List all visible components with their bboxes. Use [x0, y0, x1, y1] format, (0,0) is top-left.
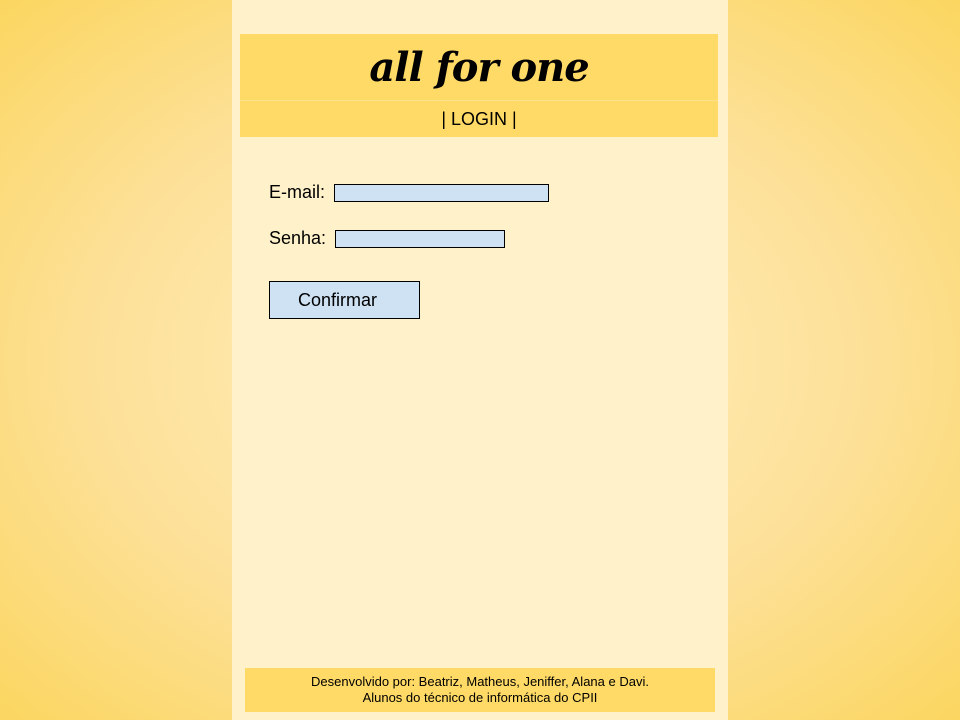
- email-field[interactable]: [334, 183, 550, 202]
- footer-credits: Desenvolvido por: Beatriz, Matheus, Jeni…: [311, 674, 649, 689]
- site-footer: Desenvolvido por: Beatriz, Matheus, Jeni…: [245, 668, 715, 712]
- site-header: all for one | LOGIN |: [240, 34, 718, 137]
- page-container: all for one | LOGIN | E-mail: Senha: Con…: [232, 0, 728, 720]
- header-nav: | LOGIN |: [240, 101, 718, 137]
- nav-login-link[interactable]: | LOGIN |: [441, 109, 516, 130]
- password-field[interactable]: [335, 229, 506, 248]
- footer-school: Alunos do técnico de informática do CPII: [362, 690, 598, 705]
- header-title-band: all for one: [240, 34, 718, 101]
- confirm-button[interactable]: Confirmar: [269, 281, 420, 319]
- email-row: E-mail:: [269, 182, 550, 203]
- site-title: all for one: [369, 43, 589, 91]
- email-label: E-mail:: [269, 182, 326, 202]
- password-row: Senha:: [269, 228, 506, 249]
- password-label: Senha:: [269, 228, 327, 248]
